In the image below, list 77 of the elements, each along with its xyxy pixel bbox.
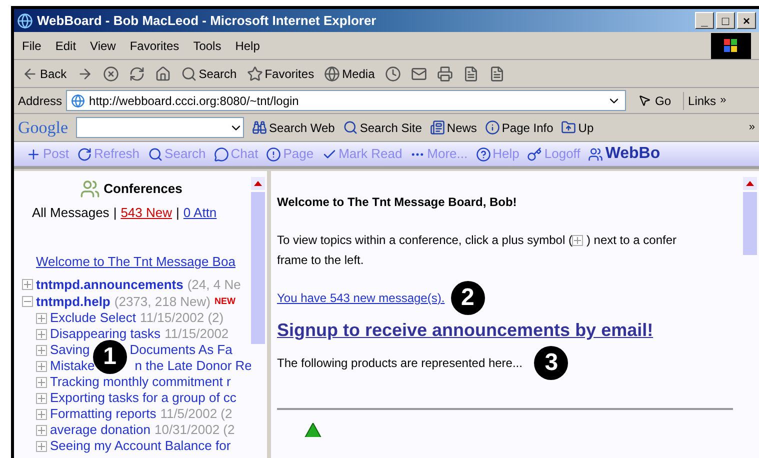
scroll-up-icon[interactable] xyxy=(251,177,265,190)
address-field[interactable]: http://webboard.ccci.org:8080/~tnt/login xyxy=(66,90,626,111)
filter-label: All Messages xyxy=(32,204,110,222)
search-button[interactable]: Search xyxy=(180,64,237,82)
window-title: WebBoard - Bob MacLeod - Microsoft Internet Explorer xyxy=(37,12,378,30)
collapse-icon[interactable] xyxy=(22,296,33,307)
scroll-up-icon[interactable] xyxy=(743,177,757,190)
conference-link[interactable]: tntmpd.announcements xyxy=(36,274,184,294)
conference-count: (2373, 218 New) xyxy=(114,292,211,311)
go-button[interactable]: Go xyxy=(630,92,680,110)
intro-text: To view topics within a conference, click a plus symbol ( ) next to a confer xyxy=(277,232,678,249)
menu-item[interactable]: Help xyxy=(235,36,260,54)
expand-icon[interactable] xyxy=(36,328,47,340)
search-icon[interactable] xyxy=(148,146,163,162)
menu-item[interactable]: Favorites xyxy=(130,36,180,54)
favorites-button[interactable]: Favorites xyxy=(246,64,314,82)
expand-icon[interactable] xyxy=(22,279,33,290)
topic-date: 11/5/2002 (2 xyxy=(160,405,232,424)
conferences-icon xyxy=(80,179,100,199)
menu-item[interactable]: Tools xyxy=(193,36,222,54)
more-chevron[interactable]: » xyxy=(748,119,755,136)
site-button[interactable]: Search Site xyxy=(342,118,422,136)
window-control[interactable]: □ xyxy=(716,12,735,29)
conference-count: (24, 4 Ne xyxy=(187,276,241,294)
callout-badge: 1 xyxy=(92,340,127,374)
windows-logo xyxy=(711,32,751,58)
favorites-icon[interactable] xyxy=(246,66,263,82)
chat-icon[interactable] xyxy=(214,146,229,162)
links-label[interactable]: Links xyxy=(683,92,716,110)
back-button[interactable]: Back xyxy=(22,64,67,82)
refresh-icon[interactable] xyxy=(77,146,92,162)
products-text: The following products are represented here... xyxy=(277,355,522,372)
menu-item[interactable]: File xyxy=(22,36,42,54)
expand-icon[interactable] xyxy=(36,360,47,372)
web-button[interactable]: Search Web xyxy=(252,118,335,136)
google-search-field[interactable] xyxy=(76,117,244,138)
info-icon[interactable] xyxy=(484,120,500,135)
help-icon[interactable] xyxy=(476,146,491,162)
signup-link[interactable]: Signup to receive announcements by email! xyxy=(277,317,743,344)
intro-text: frame to the left. xyxy=(277,252,365,269)
expand-icon[interactable] xyxy=(36,440,47,452)
browser-icon xyxy=(17,12,33,28)
address-label: Address xyxy=(18,92,62,110)
media-button[interactable]: Media xyxy=(324,64,375,82)
new-label: NEW xyxy=(214,294,236,308)
filter-link[interactable]: 0 Attn xyxy=(183,203,217,222)
search-icon[interactable] xyxy=(180,66,197,82)
sidebar-title: Conferences xyxy=(104,180,182,198)
separator: | xyxy=(112,204,118,222)
scrollbar-thumb[interactable] xyxy=(743,192,757,255)
triangle-icon xyxy=(302,423,324,437)
expand-icon[interactable] xyxy=(36,344,47,356)
callout-badge: 2 xyxy=(450,281,485,315)
new-messages-link[interactable]: You have 543 new message(s). xyxy=(277,289,445,307)
welcome-link[interactable]: Welcome to The Tnt Message Boa xyxy=(36,252,251,271)
callout-badge: 3 xyxy=(534,346,568,380)
expand-icon[interactable] xyxy=(36,424,47,436)
window-control[interactable]: _ xyxy=(695,12,714,29)
menu-item[interactable]: View xyxy=(90,36,116,54)
expand-icon[interactable] xyxy=(36,408,47,420)
up-button[interactable]: Up xyxy=(561,118,594,136)
welcome-heading: Welcome to The Tnt Message Board, Bob! xyxy=(277,194,518,211)
expand-icon[interactable] xyxy=(36,376,47,388)
more-chevron[interactable]: » xyxy=(720,92,726,109)
post-icon[interactable] xyxy=(26,146,41,162)
back-icon[interactable] xyxy=(22,66,38,82)
expand-icon[interactable] xyxy=(572,234,584,246)
expand-icon[interactable] xyxy=(36,392,47,404)
separator: | xyxy=(175,204,180,222)
info-button[interactable]: Page Info xyxy=(484,118,554,136)
filter-link[interactable]: 543 New xyxy=(120,203,172,222)
expand-icon[interactable] xyxy=(36,312,47,324)
webboard-logo[interactable]: WebBo xyxy=(588,142,660,166)
news-button[interactable]: News xyxy=(430,118,477,136)
scrollbar-thumb[interactable] xyxy=(251,192,265,344)
window-control[interactable]: × xyxy=(737,12,756,29)
menu-item[interactable]: Edit xyxy=(55,36,76,54)
